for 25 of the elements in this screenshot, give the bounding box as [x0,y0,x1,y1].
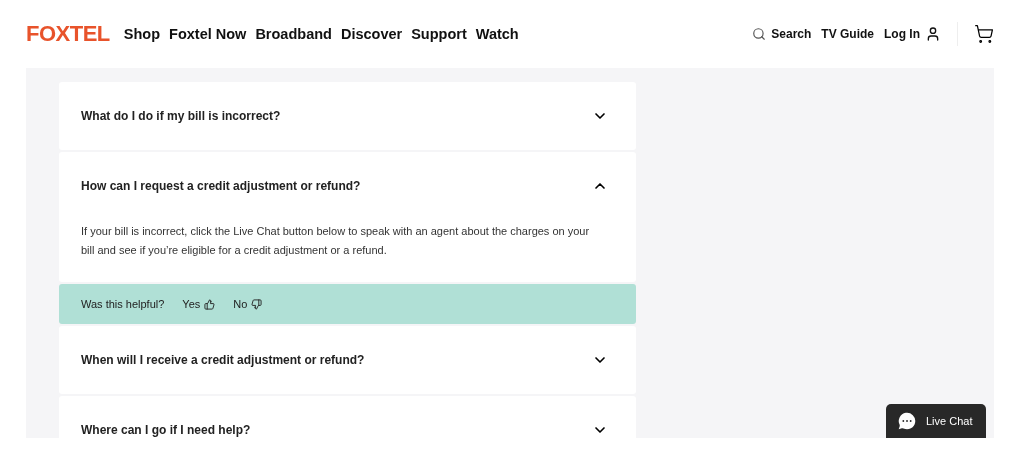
faq-question[interactable]: How can I request a credit adjustment or refund? [59,152,636,220]
nav-link[interactable]: Shop [123,26,161,42]
live-chat-button[interactable]: Live Chat [886,404,986,438]
search-link[interactable]: Search [752,27,812,41]
chat-bubble-icon [896,410,918,432]
cart-icon[interactable] [974,24,994,44]
faq-answer: If your bill is incorrect, click the Live Chat button below to speak with an agent about the charges on your bill and see if you’re eligible for a credit adjustment or a refund. [80,224,591,258]
nav-link[interactable]: Watch [475,26,519,42]
nav-link[interactable]: Support [411,26,467,42]
faq-question[interactable]: What do I do if my bill is incorrect? [59,82,636,150]
login-link[interactable]: Log In [884,26,941,42]
no-button[interactable]: No [233,298,263,310]
thumbs-down-icon [251,298,263,310]
thumbs-up-icon [204,298,216,310]
search-icon [752,27,767,41]
foxtel-logo[interactable]: FOXTEL [26,21,110,47]
nav-link[interactable]: Foxtel Now [169,26,247,42]
nav-link[interactable]: Discover [340,26,403,42]
user-icon [925,26,941,42]
yes-button[interactable]: Yes [182,298,216,310]
feedback-prompt: Was this helpful? [81,298,165,310]
faq-question[interactable]: When will I receive a credit adjustment or refund? [59,326,636,394]
faq-question[interactable]: Where can I go if I need help? [59,396,636,438]
nav-link[interactable]: Broadband [255,26,332,42]
tv-guide-link[interactable]: TV Guide [821,27,874,41]
